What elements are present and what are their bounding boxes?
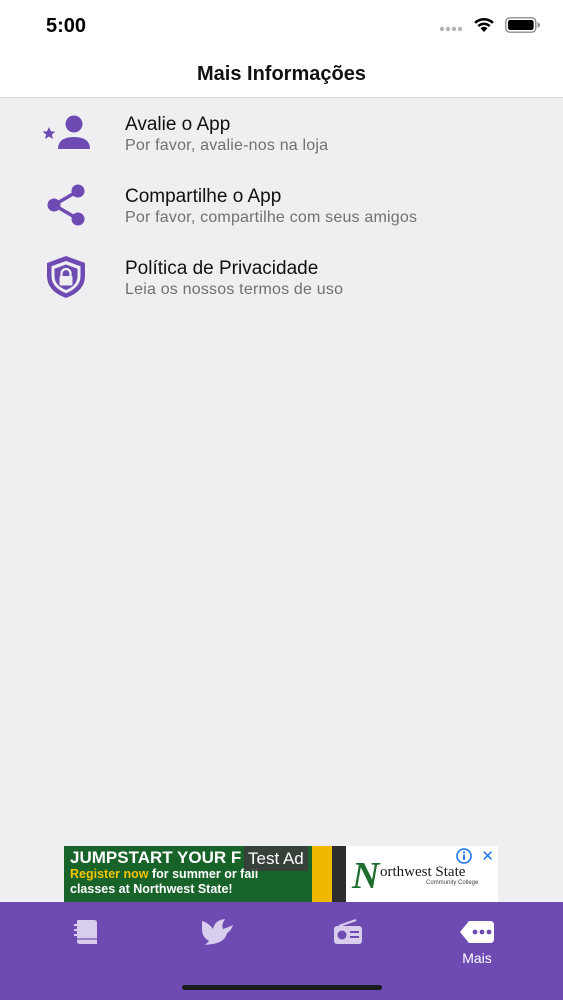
ad-stripe bbox=[312, 846, 332, 902]
page-title: Mais Informações bbox=[197, 63, 366, 85]
list-item-share-app[interactable]: Compartilhe o App Por favor, compartilhe… bbox=[0, 170, 563, 242]
ad-brand-sub: Community College bbox=[426, 880, 479, 886]
home-indicator bbox=[182, 985, 382, 990]
test-ad-label: Test Ad bbox=[244, 846, 308, 871]
rate-app-subtitle: Por favor, avalie-nos na loja bbox=[125, 137, 329, 154]
ad-headline: JUMPSTART YOUR F bbox=[70, 848, 242, 867]
tab-book[interactable] bbox=[16, 902, 156, 972]
list-item-privacy-policy[interactable]: Política de Privacidade Leia os nossos t… bbox=[0, 242, 563, 314]
signal-dots-icon bbox=[439, 19, 463, 37]
share-app-title: Compartilhe o App bbox=[125, 186, 282, 207]
privacy-policy-title: Política de Privacidade bbox=[125, 258, 319, 279]
wifi-icon bbox=[473, 17, 495, 38]
navigation-header: Mais Informações bbox=[0, 52, 563, 98]
share-icon bbox=[40, 182, 92, 228]
tab-radio[interactable] bbox=[278, 902, 418, 972]
tab-more[interactable]: Mais bbox=[407, 902, 547, 972]
tab-dove[interactable] bbox=[147, 902, 287, 972]
dove-icon bbox=[199, 916, 235, 948]
ad-logo-n: N bbox=[352, 855, 380, 897]
list-item-rate-app[interactable]: Avalie o App Por favor, avalie-nos na lo… bbox=[0, 98, 563, 170]
book-icon bbox=[71, 916, 101, 948]
ad-body-line1: for summer or fall bbox=[148, 867, 259, 881]
status-time: 5:00 bbox=[46, 15, 87, 37]
radio-icon bbox=[332, 916, 364, 948]
share-app-subtitle: Por favor, compartilhe com seus amigos bbox=[125, 209, 418, 226]
more-info-list: Avalie o App Por favor, avalie-nos na lo… bbox=[0, 98, 563, 314]
ad-info-icon[interactable] bbox=[456, 848, 472, 869]
ad-dark-stripe bbox=[332, 846, 346, 902]
ad-body-line2: classes at Northwest State! bbox=[70, 882, 233, 896]
status-icons bbox=[439, 17, 541, 38]
ad-right-panel: N orthwest State Community College ✕ bbox=[346, 846, 498, 902]
battery-icon bbox=[505, 17, 541, 38]
privacy-policy-subtitle: Leia os nossos termos de uso bbox=[125, 281, 344, 298]
ad-close-icon[interactable]: ✕ bbox=[481, 847, 494, 865]
rate-app-title: Avalie o App bbox=[125, 114, 231, 135]
rate-person-star-icon bbox=[40, 110, 92, 156]
more-icon bbox=[459, 916, 495, 948]
tab-more-label: Mais bbox=[462, 950, 492, 966]
privacy-shield-lock-icon bbox=[40, 254, 92, 300]
ad-register-highlight: Register now bbox=[70, 867, 149, 881]
ad-brand: orthwest State bbox=[380, 864, 466, 880]
ad-body: Register now for summer or fall classes … bbox=[70, 867, 310, 897]
status-bar: 5:00 bbox=[0, 0, 563, 52]
